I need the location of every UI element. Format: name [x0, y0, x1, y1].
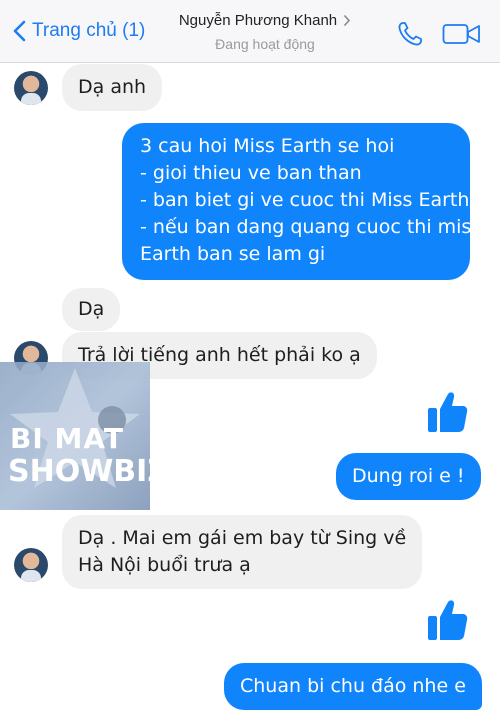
thumbs-up-icon: [428, 600, 468, 640]
watermark-line1: BI MAT: [10, 422, 124, 455]
contact-avatar[interactable]: [14, 548, 48, 582]
watermark-logo: BI MAT SHOWBIZ: [0, 362, 150, 510]
video-camera-icon[interactable]: [442, 22, 482, 46]
incoming-message: Dạ anh: [62, 64, 163, 111]
back-label: Trang chủ (1): [32, 20, 146, 41]
phone-icon[interactable]: [396, 20, 424, 48]
incoming-message: Dạ . Mai em gái em bay từ Sing về Hà Nội…: [62, 515, 423, 589]
chevron-left-icon: [13, 20, 26, 42]
outgoing-message: Dung roi e !: [336, 453, 481, 500]
contact-title[interactable]: Nguyễn Phương Khanh Đang hoạt động: [170, 12, 360, 52]
incoming-message: Dạ: [62, 288, 121, 331]
back-button[interactable]: Trang chủ (1): [12, 20, 145, 42]
thumbs-up-icon: [428, 392, 468, 432]
contact-name: Nguyễn Phương Khanh: [178, 12, 338, 29]
active-status: Đang hoạt động: [215, 36, 315, 52]
outgoing-message: 3 cau hoi Miss Earth se hoi - gioi thieu…: [122, 123, 471, 280]
chevron-right-icon: [344, 14, 351, 27]
watermark-line2: SHOWBIZ: [8, 454, 150, 489]
contact-avatar[interactable]: [14, 71, 48, 105]
conversation-header: Trang chủ (1) Nguyễn Phương Khanh Đang h…: [0, 0, 500, 63]
outgoing-message: Chuan bi chu đáo nhe e: [224, 663, 482, 710]
